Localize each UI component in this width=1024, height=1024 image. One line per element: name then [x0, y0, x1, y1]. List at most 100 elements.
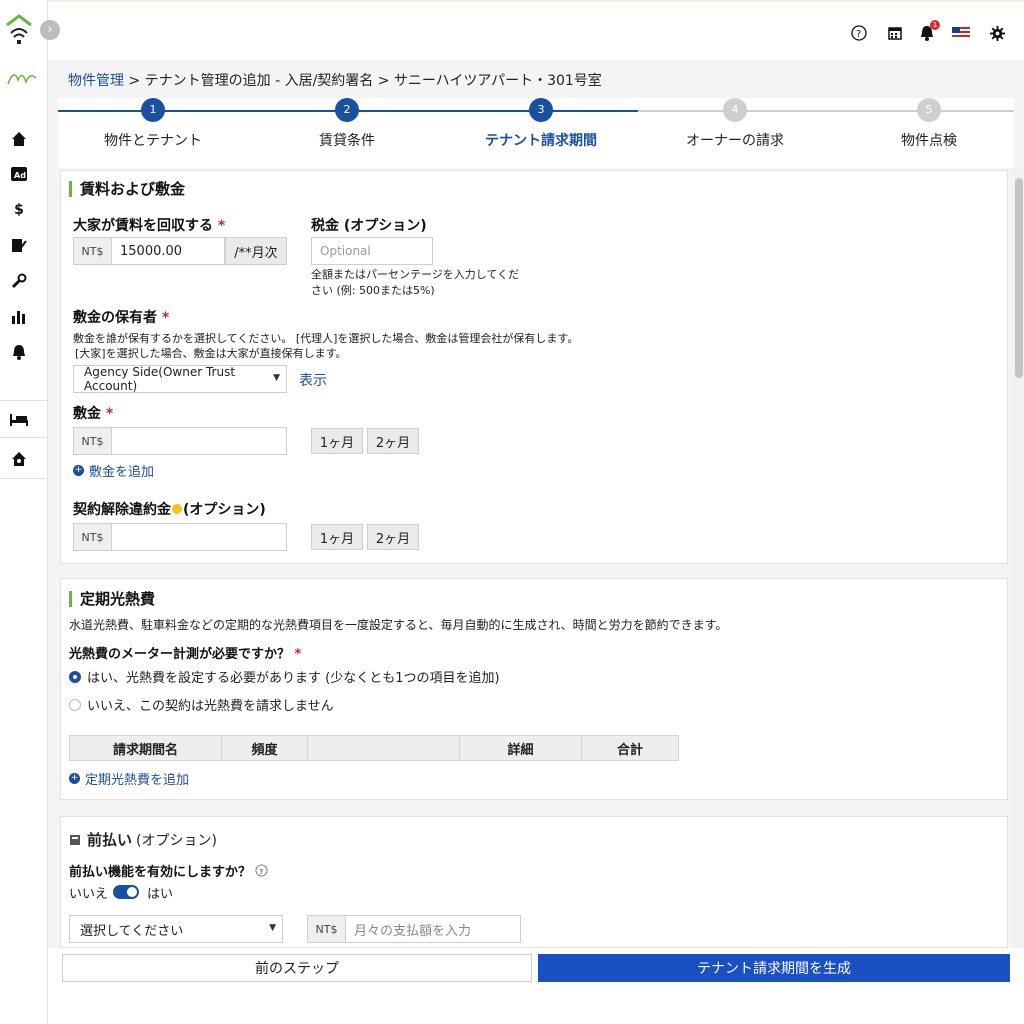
toggle-knob [127, 887, 137, 897]
step-label: 物件とテナント [104, 133, 202, 149]
bed-icon[interactable] [10, 410, 28, 428]
add-deposit-link[interactable]: + 敷金を追加 [73, 461, 154, 480]
sidebar-divider [0, 478, 48, 479]
step-number: 2 [335, 98, 359, 122]
required-mark: * [217, 218, 226, 234]
deposit-holder-label: 敷金の保有者 * [73, 307, 169, 327]
step-property-tenant[interactable]: 1 物件とテナント [58, 98, 248, 150]
radio-selected-icon [69, 670, 81, 683]
currency-addon: NT$ [74, 524, 112, 550]
ad-icon[interactable]: Ad [10, 165, 28, 183]
us-flag-icon[interactable] [952, 24, 970, 42]
prepay-toggle[interactable] [113, 885, 139, 899]
penalty-label-text: 契約解除違約金 [73, 502, 171, 518]
rent-period-unit: /**月次 [225, 237, 287, 265]
info-coin-icon [172, 504, 182, 514]
show-details-link[interactable]: 表示 [299, 370, 327, 390]
house-user-icon[interactable] [10, 450, 28, 468]
radio-utilities-no[interactable]: いいえ、この契約は光熱費を請求しません [69, 695, 334, 714]
calendar-icon[interactable] [886, 24, 904, 42]
rent-deposit-card: 賃料および敷金 大家が賃料を回収する * NT$ 15000.00 /**月次 … [60, 170, 1008, 564]
rent-label: 大家が賃料を回収する * [73, 215, 225, 235]
step-label: 賃貸条件 [319, 133, 375, 149]
deposit-amount-input[interactable]: NT$ [73, 427, 287, 455]
settings-gear-icon[interactable] [988, 24, 1006, 42]
section-title: 定期光熱費 [69, 591, 155, 607]
document-sign-icon[interactable] [10, 236, 28, 254]
breadcrumb-link-property[interactable]: 物件管理 [68, 73, 124, 89]
wifi-home-logo-icon[interactable] [4, 12, 34, 46]
step-number: 3 [529, 98, 553, 122]
monthly-payment-placeholder: 月々の支払額を入力 [354, 923, 472, 939]
radio-utilities-yes[interactable]: はい、光熱費を設定する必要があります (少なくとも1つの項目を追加) [69, 667, 500, 686]
main-content: 物件管理 > テナント管理の追加 - 入居/契約署名 > サニーハイツアパート・… [48, 60, 1024, 1024]
generate-billing-button[interactable]: テナント請求期間を生成 [538, 954, 1010, 982]
currency-addon: NT$ [308, 916, 346, 942]
step-owner-billing[interactable]: 4 オーナーの請求 [640, 98, 830, 150]
currency-addon: NT$ [74, 428, 112, 454]
column-header: 詳細 [460, 736, 582, 760]
breadcrumb: 物件管理 > テナント管理の追加 - 入居/契約署名 > サニーハイツアパート・… [68, 70, 602, 90]
prepay-type-select[interactable]: 選択してください ▼ [69, 915, 283, 943]
tax-input[interactable]: Optional [311, 237, 433, 265]
penalty-amount-input[interactable]: NT$ [73, 523, 287, 551]
column-header: 合計 [616, 742, 643, 758]
previous-step-button[interactable]: 前のステップ [62, 954, 532, 982]
termination-penalty-label: 契約解除違約金 (オプション) [73, 499, 266, 519]
recurring-utilities-card: 定期光熱費 水道光熱費、駐車料金などの定期的な光熱費項目を一度設定すると、毎月自… [60, 578, 1008, 800]
svg-text:?: ? [856, 29, 861, 40]
wrench-icon[interactable] [10, 272, 28, 290]
step-inspection[interactable]: 5 物件点検 [834, 98, 1024, 150]
home-icon[interactable] [10, 130, 28, 148]
prepay-enable-label: 前払い機能を有効にしますか？ ? [69, 861, 268, 880]
prepay-select-value: 選択してください [80, 923, 184, 939]
deposit-holder-select[interactable]: Agency Side(Owner Trust Account) ▼ [73, 365, 287, 393]
deposit-two-month-button[interactable]: 2ヶ月 [367, 428, 419, 454]
dollar-icon[interactable]: $ [10, 201, 28, 219]
rent-label-text: 大家が賃料を回収する [73, 218, 213, 234]
deposit-label: 敷金 * [73, 403, 113, 423]
scrollbar-thumb[interactable] [1015, 178, 1023, 378]
prepayment-card: 前払い (オプション) 前払い機能を有効にしますか？ ? いいえ はい 選択して… [60, 816, 1008, 948]
progress-stepper: 1 物件とテナント 2 賃貸条件 3 テナント請求期間 4 オーナーの請求 5 … [58, 98, 1014, 168]
sidebar-divider [0, 437, 48, 438]
plus-circle-icon: + [73, 465, 84, 476]
tax-help-text: 全額またはパーセンテージを入力してください (例: 500または5%) [311, 268, 520, 297]
column-header: 頻度 [222, 736, 308, 760]
bell-icon[interactable] [10, 343, 28, 361]
holder-help-line1: 敷金を誰が保有するかを選択してください。 [代理人]を選択した場合、敷金は管理会… [73, 332, 579, 345]
brand-mark [6, 66, 38, 88]
rent-amount-input[interactable]: NT$ 15000.00 [73, 237, 225, 265]
footer-bar: 前のステップ テナント請求期間を生成 [48, 948, 1024, 1024]
radio-unselected-icon [69, 698, 81, 711]
penalty-one-month-button[interactable]: 1ヶ月 [311, 524, 363, 550]
prepay-enable-text: 前払い機能を有効にしますか？ [69, 865, 252, 880]
chevron-down-icon: ▼ [273, 373, 280, 383]
required-mark: * [294, 647, 302, 662]
add-utility-link[interactable]: + 定期光熱費を追加 [69, 769, 189, 788]
penalty-two-month-button[interactable]: 2ヶ月 [367, 524, 419, 550]
step-number: 5 [917, 98, 941, 122]
step-tenant-billing[interactable]: 3 テナント請求期間 [446, 98, 636, 150]
book-icon [70, 834, 80, 845]
chevron-down-icon: ▼ [269, 923, 276, 933]
add-deposit-label: 敷金を追加 [89, 465, 155, 480]
required-mark: * [161, 310, 170, 326]
add-utility-label: 定期光熱費を追加 [85, 773, 190, 788]
step-lease-terms[interactable]: 2 賃貸条件 [252, 98, 442, 150]
step-label: テナント請求期間 [485, 133, 597, 149]
help-icon[interactable]: ? [850, 24, 868, 42]
notification-bell-icon[interactable]: 1 [918, 20, 940, 42]
deposit-one-month-button[interactable]: 1ヶ月 [311, 428, 363, 454]
meter-question-text: 光熱費のメーター計測が必要ですか？ [69, 647, 291, 662]
rent-amount-value: 15000.00 [120, 243, 183, 259]
deposit-label-text: 敷金 [73, 406, 101, 422]
tax-placeholder: Optional [320, 244, 371, 258]
step-label: オーナーの請求 [686, 133, 784, 149]
monthly-payment-input[interactable]: NT$ 月々の支払額を入力 [307, 915, 521, 943]
toggle-yes-label: はい [147, 887, 174, 902]
help-icon[interactable]: ? [255, 864, 268, 877]
meter-question-label: 光熱費のメーター計測が必要ですか？ * [69, 643, 301, 662]
bar-chart-icon[interactable] [10, 308, 28, 326]
required-mark: * [105, 406, 114, 422]
